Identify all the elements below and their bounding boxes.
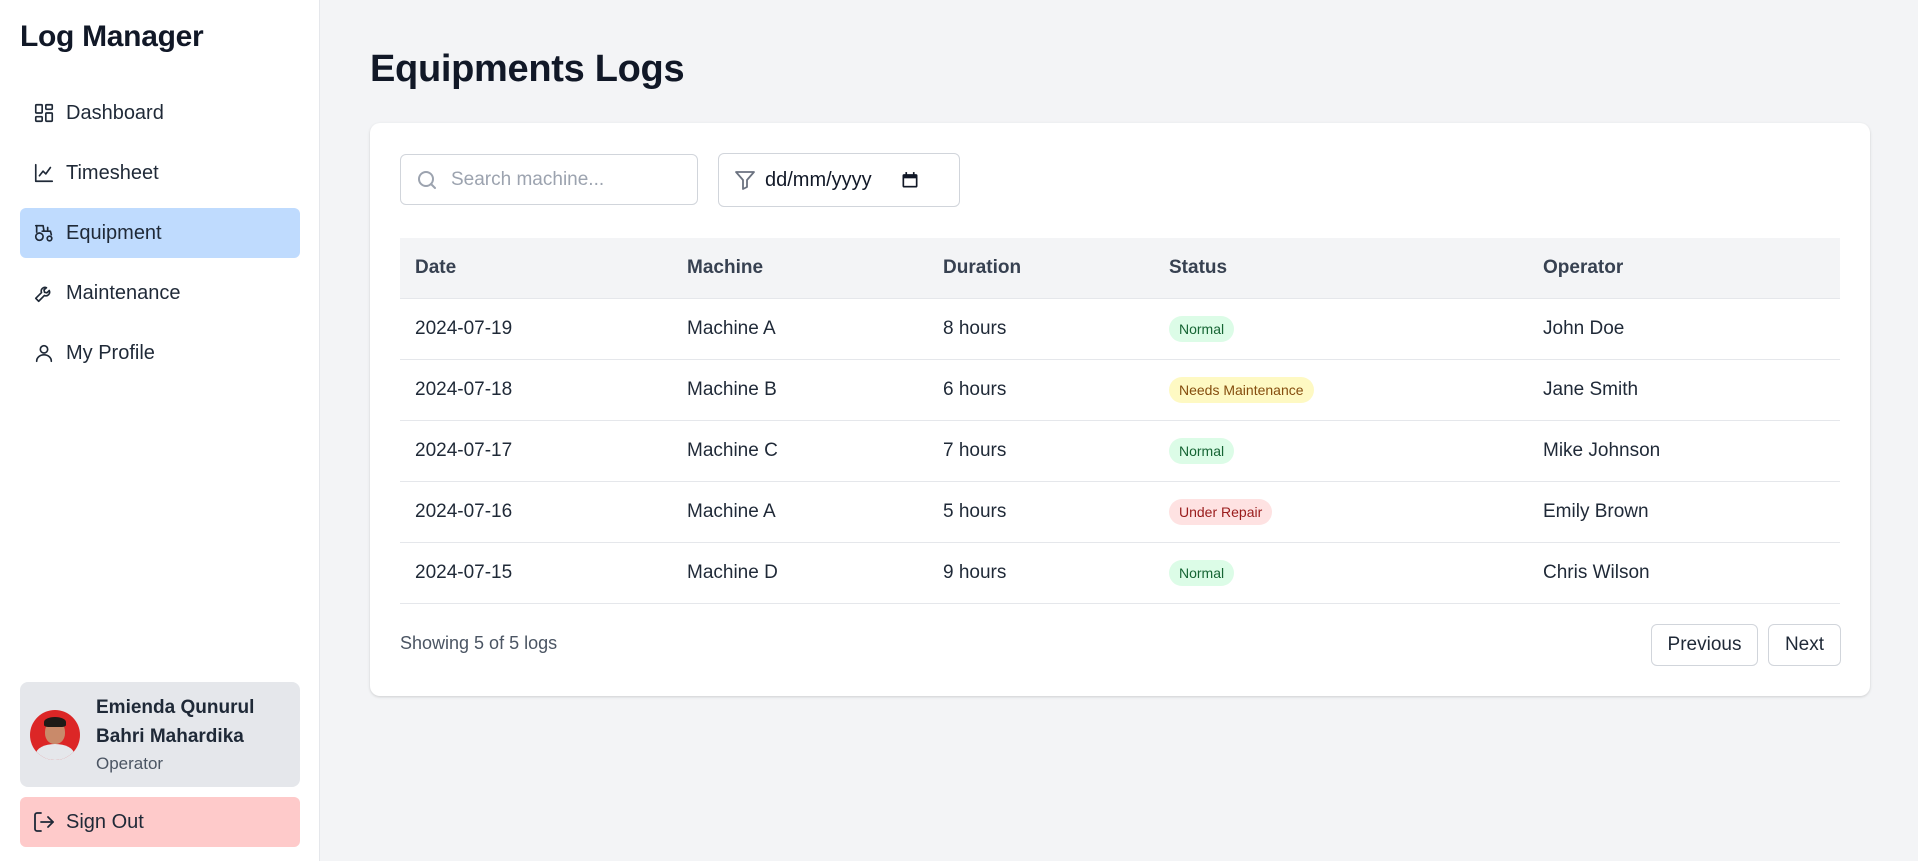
user-icon <box>32 341 56 365</box>
user-card: Emienda Qunurul Bahri Mahardika Operator <box>20 682 300 787</box>
avatar <box>30 709 80 760</box>
column-header-duration: Duration <box>943 257 1022 278</box>
sidebar-item-label: Maintenance <box>66 281 181 304</box>
cell-date: 2024-07-18 <box>415 379 513 400</box>
table-row[interactable]: 2024-07-15 Machine D 9 hours Normal Chri… <box>400 543 1840 604</box>
sidebar: Log Manager Dashboard Timesheet Equipmen… <box>0 0 320 861</box>
table-row[interactable]: 2024-07-18 Machine B 6 hours Needs Maint… <box>400 360 1840 421</box>
previous-button[interactable]: Previous <box>1651 624 1758 666</box>
app-title: Log Manager <box>20 20 204 53</box>
tractor-icon <box>32 221 56 245</box>
chart-line-icon <box>32 161 56 185</box>
cell-machine: Machine A <box>687 501 776 522</box>
next-button[interactable]: Next <box>1768 624 1841 666</box>
cell-machine: Machine D <box>687 562 778 583</box>
date-filter[interactable]: dd/mm/yyyy <box>718 153 960 207</box>
sidebar-item-my-profile[interactable]: My Profile <box>20 328 300 378</box>
cell-machine: Machine C <box>687 440 778 461</box>
page-title: Equipments Logs <box>370 48 685 90</box>
column-header-operator: Operator <box>1543 257 1624 278</box>
status-badge: Normal <box>1169 316 1235 342</box>
user-role: Operator <box>96 753 164 773</box>
sidebar-item-label: Timesheet <box>66 161 159 184</box>
cell-machine: Machine A <box>687 318 776 339</box>
pagination-summary: Showing 5 of 5 logs <box>400 633 558 653</box>
sidebar-item-label: My Profile <box>66 341 155 364</box>
table-row[interactable]: 2024-07-16 Machine A 5 hours Under Repai… <box>400 482 1840 543</box>
sidebar-item-timesheet[interactable]: Timesheet <box>20 148 300 198</box>
date-input[interactable]: dd/mm/yyyy <box>765 169 872 192</box>
cell-duration: 5 hours <box>943 501 1007 522</box>
user-name-line1: Emienda Qunurul <box>96 696 255 718</box>
cell-date: 2024-07-17 <box>415 440 513 461</box>
sign-out-label: Sign Out <box>66 810 144 833</box>
sidebar-nav: Dashboard Timesheet Equipment Maintenanc… <box>20 88 300 388</box>
cell-operator: Emily Brown <box>1543 501 1649 522</box>
column-header-date: Date <box>415 257 457 278</box>
search-box[interactable] <box>400 154 698 205</box>
table-row[interactable]: 2024-07-19 Machine A 8 hours Normal John… <box>400 299 1840 360</box>
sign-out-icon <box>34 812 54 832</box>
search-input[interactable] <box>451 168 671 191</box>
dashboard-icon <box>32 101 56 125</box>
status-badge: Needs Maintenance <box>1169 377 1314 403</box>
calendar-icon[interactable] <box>900 170 920 190</box>
cell-date: 2024-07-19 <box>415 318 513 339</box>
logs-card: dd/mm/yyyy Date Machine Duration Status … <box>370 123 1870 696</box>
cell-date: 2024-07-16 <box>415 501 513 522</box>
cell-date: 2024-07-15 <box>415 562 513 583</box>
sidebar-item-maintenance[interactable]: Maintenance <box>20 268 300 318</box>
cell-duration: 9 hours <box>943 562 1007 583</box>
cell-operator: Jane Smith <box>1543 379 1639 400</box>
cell-operator: John Doe <box>1543 318 1625 339</box>
sidebar-item-label: Dashboard <box>66 101 164 124</box>
cell-duration: 8 hours <box>943 318 1007 339</box>
sidebar-item-label: Equipment <box>66 221 162 244</box>
search-icon <box>418 170 436 189</box>
cell-duration: 7 hours <box>943 440 1007 461</box>
cell-operator: Chris Wilson <box>1543 562 1650 583</box>
column-header-machine: Machine <box>687 257 764 278</box>
sign-out-button[interactable]: Sign Out <box>20 797 300 847</box>
column-header-status: Status <box>1169 257 1228 278</box>
table-row[interactable]: 2024-07-17 Machine C 7 hours Normal Mike… <box>400 421 1840 482</box>
user-name-line2: Bahri Mahardika <box>96 725 244 747</box>
filter-icon <box>735 171 755 190</box>
cell-duration: 6 hours <box>943 379 1007 400</box>
status-badge: Normal <box>1169 560 1235 586</box>
wrench-icon <box>32 281 56 305</box>
table-header: Date Machine Duration Status Operator <box>400 238 1840 299</box>
cell-machine: Machine B <box>687 379 777 400</box>
status-badge: Normal <box>1169 438 1235 464</box>
logs-table: Date Machine Duration Status Operator 20… <box>400 238 1840 604</box>
status-badge: Under Repair <box>1169 499 1273 525</box>
sidebar-item-dashboard[interactable]: Dashboard <box>20 88 300 138</box>
cell-operator: Mike Johnson <box>1543 440 1661 461</box>
sidebar-item-equipment[interactable]: Equipment <box>20 208 300 258</box>
